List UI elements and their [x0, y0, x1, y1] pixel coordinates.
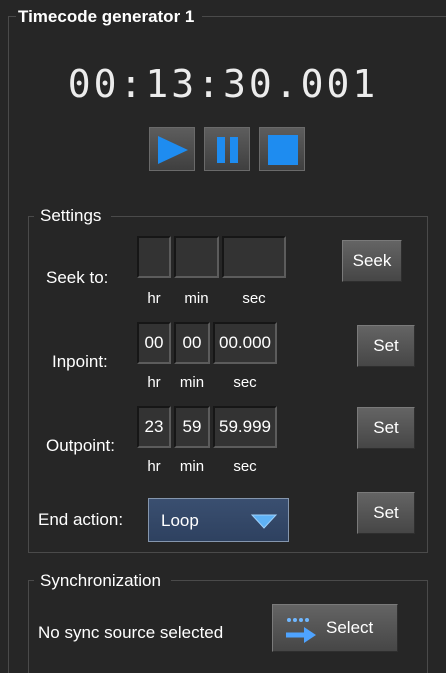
select-button-label: Select	[326, 618, 374, 637]
seek-sec-unit: sec	[242, 290, 266, 307]
inpoint-hr-field[interactable]: 00	[137, 322, 171, 364]
inpoint-set-button[interactable]: Set	[357, 325, 415, 367]
sync-source-icon	[286, 618, 316, 643]
seek-min-unit: min	[184, 290, 209, 307]
inpoint-min-field[interactable]: 00	[174, 322, 210, 364]
outpoint-min-field[interactable]: 59	[174, 406, 210, 448]
end-action-dropdown[interactable]: Loop	[148, 498, 289, 542]
stop-button[interactable]	[259, 127, 305, 171]
timecode-display: 00:13:30.001	[67, 62, 379, 106]
outpoint-sec-field[interactable]: 59.999	[213, 406, 277, 448]
seek-sec-field[interactable]	[222, 236, 286, 278]
panel-title: Timecode generator 1	[16, 6, 203, 28]
select-sync-button[interactable]: Select	[272, 604, 398, 652]
outpoint-hr-unit: hr	[147, 458, 161, 475]
inpoint-hr-unit: hr	[147, 374, 161, 391]
sync-title: Synchronization	[34, 571, 171, 591]
inpoint-sec-unit: sec	[233, 374, 257, 391]
inpoint-sec-field[interactable]: 00.000	[213, 322, 277, 364]
outpoint-set-button[interactable]: Set	[357, 407, 415, 449]
pause-icon	[217, 137, 238, 163]
play-icon	[158, 136, 188, 164]
pause-button[interactable]	[204, 127, 250, 171]
seek-hr-field[interactable]	[137, 236, 171, 278]
end-action-label: End action:	[38, 510, 124, 529]
seek-label: Seek to:	[46, 268, 109, 287]
end-action-value: Loop	[161, 511, 199, 530]
outpoint-sec-unit: sec	[233, 458, 257, 475]
outpoint-hr-field[interactable]: 23	[137, 406, 171, 448]
end-action-set-button[interactable]: Set	[357, 492, 415, 534]
sync-status: No sync source selected	[38, 623, 224, 642]
chevron-down-icon	[250, 514, 278, 529]
seek-min-field[interactable]	[174, 236, 219, 278]
seek-hr-unit: hr	[147, 290, 161, 307]
settings-title: Settings	[34, 206, 112, 226]
play-button[interactable]	[149, 127, 195, 171]
outpoint-label: Outpoint:	[46, 436, 115, 455]
outpoint-min-unit: min	[179, 458, 205, 475]
inpoint-label: Inpoint:	[52, 352, 108, 371]
inpoint-min-unit: min	[179, 374, 205, 391]
seek-button[interactable]: Seek	[342, 240, 402, 282]
stop-icon	[268, 135, 298, 165]
